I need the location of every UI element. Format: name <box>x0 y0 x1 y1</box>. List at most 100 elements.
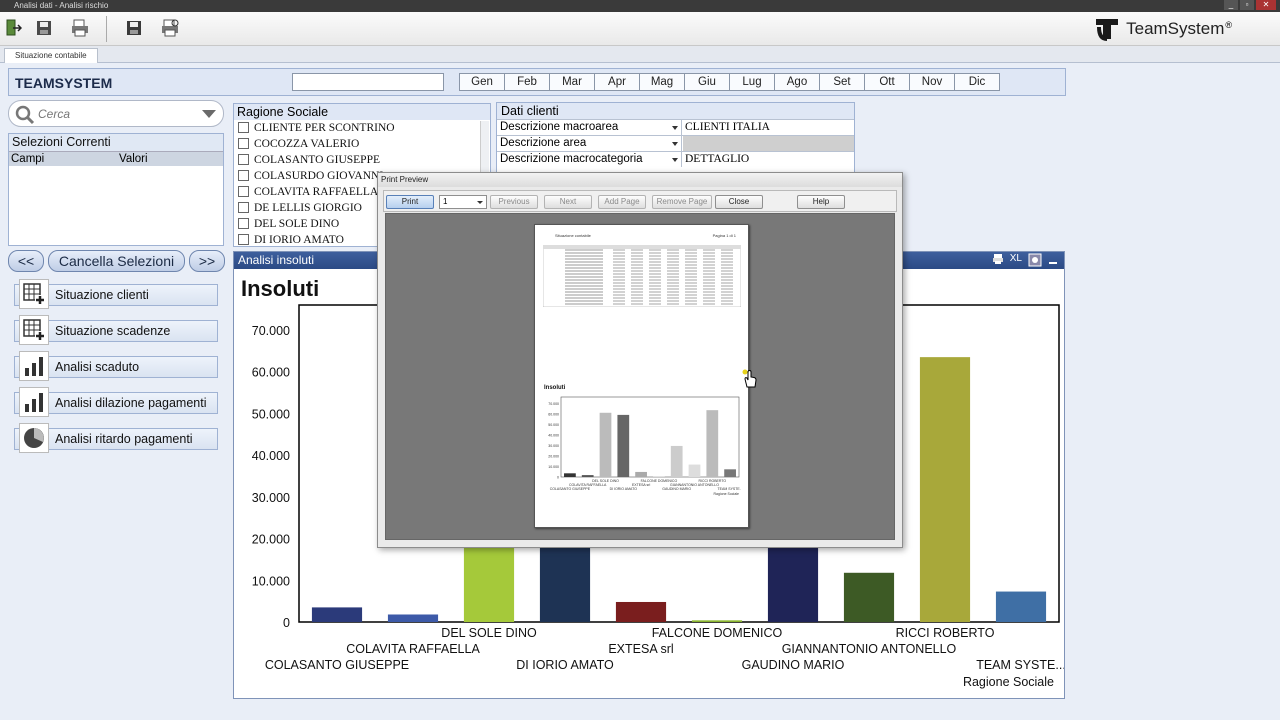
remove-page-button[interactable]: Remove Page <box>652 195 712 209</box>
checkbox[interactable] <box>238 186 249 197</box>
month-set[interactable]: Set <box>819 73 865 91</box>
month-mar[interactable]: Mar <box>549 73 595 91</box>
checkbox[interactable] <box>238 170 249 181</box>
maximize-window-button[interactable]: ▫ <box>1240 0 1254 10</box>
preview-y-tick-label: 50.000 <box>548 423 559 427</box>
minimize-window-button[interactable]: _ <box>1224 0 1238 10</box>
main-toolbar: TeamSystem ® <box>0 12 1280 46</box>
checkbox[interactable] <box>238 218 249 229</box>
print-button[interactable]: Print <box>386 195 434 209</box>
dati-key: Descrizione macroarea <box>497 120 682 135</box>
preview-bar <box>564 473 576 477</box>
preview-x-tick-label: COLAVITA RAFFAELLA <box>569 483 607 487</box>
page-select[interactable]: 1 <box>439 195 487 209</box>
dati-value: CLIENTI ITALIA <box>685 121 770 133</box>
selezioni-column-header: Campi Valori <box>9 151 223 166</box>
y-tick-label: 50.000 <box>252 407 290 421</box>
print-preview-icon[interactable] <box>160 18 180 38</box>
y-tick-label: 30.000 <box>252 491 290 505</box>
y-tick-label: 20.000 <box>252 533 290 547</box>
menu-situazione-clienti[interactable]: Situazione clienti <box>14 279 218 309</box>
selezioni-correnti-panel: Selezioni Correnti Campi Valori <box>8 133 224 246</box>
checkbox[interactable] <box>238 122 249 133</box>
preview-bar <box>688 464 701 477</box>
save-icon[interactable] <box>124 18 144 38</box>
dropdown-arrow-icon[interactable] <box>672 126 678 130</box>
checkbox[interactable] <box>238 202 249 213</box>
previous-page-button[interactable]: Previous <box>490 195 538 209</box>
dati-row-macrocategoria[interactable]: Descrizione macrocategoria DETTAGLIO <box>497 151 854 167</box>
dati-value: DETTAGLIO <box>685 153 750 165</box>
add-page-button[interactable]: Add Page <box>598 195 646 209</box>
x-tick-label: TEAM SYSTE... <box>976 658 1064 672</box>
menu-label: Situazione scadenze <box>55 324 171 338</box>
table-add-icon <box>19 279 49 309</box>
month-gen[interactable]: Gen <box>459 73 505 91</box>
search-box[interactable]: Cerca <box>8 100 224 127</box>
preview-x-tick-label: EXTESA srl <box>632 483 651 487</box>
preview-y-tick-label: 0 <box>557 476 559 480</box>
checkbox[interactable] <box>238 138 249 149</box>
hand-cursor-icon <box>742 369 757 388</box>
y-tick-label: 0 <box>283 616 290 630</box>
teamsystem-logo-icon <box>1096 19 1119 41</box>
preview-page: Situazione contabile Pagina 1 di 1 Insol… <box>534 224 749 528</box>
minimize-icon[interactable] <box>1048 253 1058 270</box>
x-tick-label: GAUDINO MARIO <box>742 658 845 672</box>
table-add-icon <box>19 315 49 345</box>
next-selection-button[interactable]: >> <box>189 250 225 272</box>
menu-analisi-ritardo-pagamenti[interactable]: Analisi ritardo pagamenti <box>14 423 218 453</box>
month-mag[interactable]: Mag <box>639 73 685 91</box>
save-all-icon[interactable] <box>34 18 54 38</box>
month-ott[interactable]: Ott <box>864 73 910 91</box>
teamsystem-logo: TeamSystem ® <box>1094 17 1232 41</box>
month-nov[interactable]: Nov <box>909 73 955 91</box>
list-item[interactable]: COCOZZA VALERIO <box>234 136 490 152</box>
month-feb[interactable]: Feb <box>504 73 550 91</box>
help-button[interactable]: Help <box>797 195 845 209</box>
print-preview-dialog: Print Preview Print 1 Previous Next Add … <box>377 172 903 548</box>
month-giu[interactable]: Giu <box>684 73 730 91</box>
menu-analisi-dilazione-pagamenti[interactable]: Analisi dilazione pagamenti <box>14 387 218 417</box>
dashboard-header: TEAMSYSTEM Gen Feb Mar Apr Mag Giu Lug A… <box>8 68 1066 96</box>
exit-icon[interactable] <box>4 18 24 38</box>
print-icon[interactable] <box>70 18 90 38</box>
list-item[interactable]: COLASANTO GIUSEPPE <box>234 152 490 168</box>
month-ago[interactable]: Ago <box>774 73 820 91</box>
dropdown-arrow-icon[interactable] <box>672 158 678 162</box>
y-tick-label: 10.000 <box>252 574 290 588</box>
bar <box>311 607 363 622</box>
restore-icon[interactable] <box>1028 253 1042 270</box>
page-header-left: Situazione contabile <box>555 233 591 238</box>
dati-row-macroarea[interactable]: Descrizione macroarea CLIENTI ITALIA <box>497 119 854 135</box>
search-dropdown-icon[interactable] <box>202 110 216 118</box>
preview-table-header <box>543 245 741 249</box>
preview-bar <box>617 414 630 477</box>
dropdown-arrow-icon[interactable] <box>672 142 678 146</box>
list-item[interactable]: CLIENTE PER SCONTRINO <box>234 120 490 136</box>
print-preview-title: Print Preview <box>378 173 902 187</box>
header-input[interactable] <box>292 73 444 91</box>
month-lug[interactable]: Lug <box>729 73 775 91</box>
next-page-button[interactable]: Next <box>544 195 592 209</box>
menu-label: Analisi ritardo pagamenti <box>55 432 193 446</box>
preview-y-tick-label: 30.000 <box>548 444 559 448</box>
checkbox[interactable] <box>238 154 249 165</box>
dati-key: Descrizione macrocategoria <box>497 152 682 167</box>
y-tick-label: 60.000 <box>252 366 290 380</box>
checkbox[interactable] <box>238 234 249 245</box>
dati-row-area[interactable]: Descrizione area <box>497 135 854 151</box>
menu-situazione-scadenze[interactable]: Situazione scadenze <box>14 315 218 345</box>
excel-icon[interactable]: XL <box>1010 253 1022 270</box>
previous-selection-button[interactable]: << <box>8 250 44 272</box>
tab-situazione-contabile[interactable]: Situazione contabile <box>4 48 98 63</box>
menu-analisi-scaduto[interactable]: Analisi scaduto <box>14 351 218 381</box>
month-apr[interactable]: Apr <box>594 73 640 91</box>
close-button[interactable]: Close <box>715 195 763 209</box>
close-window-button[interactable]: ✕ <box>1256 0 1276 10</box>
logo-text: TeamSystem <box>1126 19 1225 38</box>
cancella-selezioni-button[interactable]: Cancella Selezioni <box>48 250 185 272</box>
tab-bar: Situazione contabile <box>0 46 1280 63</box>
print-icon[interactable] <box>992 253 1004 270</box>
month-dic[interactable]: Dic <box>954 73 1000 91</box>
